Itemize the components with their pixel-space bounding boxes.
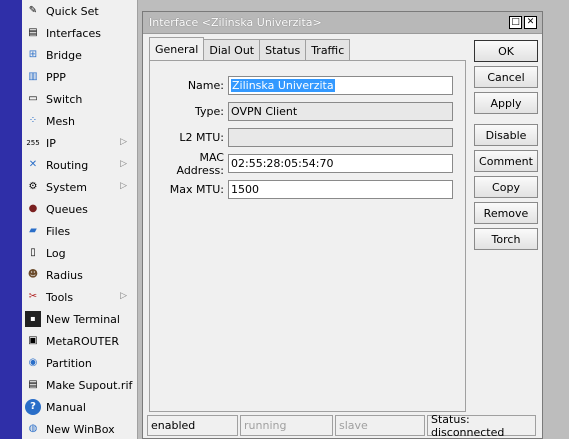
menu-item-make-supout[interactable]: ▤ Make Supout.rif (22, 374, 137, 396)
status-connection: Status: disconnected (427, 413, 536, 439)
left-brand-strip (0, 0, 22, 439)
terminal-icon: ▪ (25, 311, 41, 327)
menu-item-routing[interactable]: ✕ Routing ▷ (22, 154, 137, 176)
menu-item-new-terminal[interactable]: ▪ New Terminal (22, 308, 137, 330)
menu-item-new-winbox[interactable]: ◍ New WinBox (22, 418, 137, 439)
manual-icon: ? (25, 399, 41, 415)
sidebar-menu: ✎ Quick Set ▤ Interfaces ⊞ Bridge ▥ PPP ▭ Swi… (22, 0, 138, 439)
tab-bar: General Dial Out Status Traffic (149, 37, 351, 60)
quick-set-icon: ✎ (28, 5, 38, 16)
menu-item-system[interactable]: ⚙ System ▷ (22, 176, 137, 198)
routing-icon: ✕ (28, 159, 38, 170)
l2mtu-label: L2 MTU: (179, 131, 224, 144)
metarouter-icon: ▣ (28, 335, 38, 346)
menu-item-ip[interactable]: 255 IP ▷ (22, 132, 137, 154)
tab-general[interactable]: General (149, 37, 205, 60)
apply-button[interactable]: Apply (474, 92, 538, 114)
switch-icon: ▭ (28, 93, 38, 104)
mac-label: MAC Address: (176, 150, 224, 177)
l2mtu-row: L2 MTU: (150, 128, 453, 147)
menu-item-partition[interactable]: ◉ Partition (22, 352, 137, 374)
name-label: Name: (187, 79, 224, 92)
mac-row: MAC Address: 02:55:28:05:54:70 (150, 151, 453, 177)
status-running: running (240, 415, 333, 436)
tools-icon: ✂ (28, 291, 38, 302)
files-icon: ▰ (29, 225, 37, 236)
close-icon[interactable]: ✕ (524, 16, 537, 29)
maximize-icon[interactable]: □ (509, 16, 522, 29)
menu-item-tools[interactable]: ✂ Tools ▷ (22, 286, 137, 308)
status-slave: slave (335, 415, 425, 436)
menu-item-metarouter[interactable]: ▣ MetaROUTER (22, 330, 137, 352)
max-mtu-field[interactable]: 1500 (228, 180, 453, 199)
interfaces-icon: ▤ (28, 27, 38, 38)
submenu-arrow-icon: ▷ (120, 159, 127, 169)
maxmtu-label: Max MTU: (169, 183, 224, 196)
menu-item-radius[interactable]: ☻ Radius (22, 264, 137, 286)
partition-icon: ◉ (28, 357, 38, 368)
menu-item-ppp[interactable]: ▥ PPP (22, 66, 137, 88)
submenu-arrow-icon: ▷ (120, 137, 127, 147)
supout-icon: ▤ (28, 379, 38, 390)
name-field[interactable]: Zilinska Univerzita (228, 76, 453, 95)
menu-item-bridge[interactable]: ⊞ Bridge (22, 44, 137, 66)
l2mtu-field (228, 128, 453, 147)
torch-button[interactable]: Torch (474, 228, 538, 250)
comment-button[interactable]: Comment (474, 150, 538, 172)
copy-button[interactable]: Copy (474, 176, 538, 198)
winbox-icon: ◍ (28, 423, 38, 434)
window-title: Interface <Zilinska Univerzita> (149, 16, 322, 29)
menu-item-queues[interactable]: ● Queues (22, 198, 137, 220)
menu-item-interfaces[interactable]: ▤ Interfaces (22, 22, 137, 44)
menu-item-files[interactable]: ▰ Files (22, 220, 137, 242)
log-icon: ▯ (30, 247, 36, 258)
menu-item-log[interactable]: ▯ Log (22, 242, 137, 264)
status-bar: enabled running slave Status: disconnect… (147, 413, 540, 439)
menu-item-quick-set[interactable]: ✎ Quick Set (22, 0, 137, 22)
cancel-button[interactable]: Cancel (474, 66, 538, 88)
type-label: Type: (195, 105, 224, 118)
menu-item-mesh[interactable]: ⁘ Mesh (22, 110, 137, 132)
status-enabled: enabled (147, 415, 238, 436)
tab-traffic[interactable]: Traffic (305, 39, 351, 60)
queues-icon: ● (28, 203, 38, 214)
general-panel: Name: Zilinska Univerzita Type: OVPN Cli… (149, 60, 466, 412)
mac-address-field[interactable]: 02:55:28:05:54:70 (228, 154, 453, 173)
submenu-arrow-icon: ▷ (120, 291, 127, 301)
interface-window: Interface <Zilinska Univerzita> □ ✕ Gene… (142, 11, 543, 439)
name-row: Name: Zilinska Univerzita (150, 76, 453, 95)
system-icon: ⚙ (28, 181, 38, 192)
name-value: Zilinska Univerzita (231, 79, 335, 92)
mesh-icon: ⁘ (28, 115, 38, 126)
bridge-icon: ⊞ (28, 49, 38, 60)
type-row: Type: OVPN Client (150, 102, 453, 121)
tab-dial-out[interactable]: Dial Out (203, 39, 261, 60)
remove-button[interactable]: Remove (474, 202, 538, 224)
maxmtu-row: Max MTU: 1500 (150, 180, 453, 199)
type-field: OVPN Client (228, 102, 453, 121)
radius-icon: ☻ (27, 269, 39, 280)
menu-item-manual[interactable]: ? Manual (22, 396, 137, 418)
ip-icon: 255 (26, 138, 40, 147)
submenu-arrow-icon: ▷ (120, 181, 127, 191)
ok-button[interactable]: OK (474, 40, 538, 62)
menu-item-switch[interactable]: ▭ Switch (22, 88, 137, 110)
window-titlebar[interactable]: Interface <Zilinska Univerzita> □ ✕ (143, 12, 542, 34)
ppp-icon: ▥ (28, 71, 38, 82)
disable-button[interactable]: Disable (474, 124, 538, 146)
tab-status[interactable]: Status (259, 39, 307, 60)
